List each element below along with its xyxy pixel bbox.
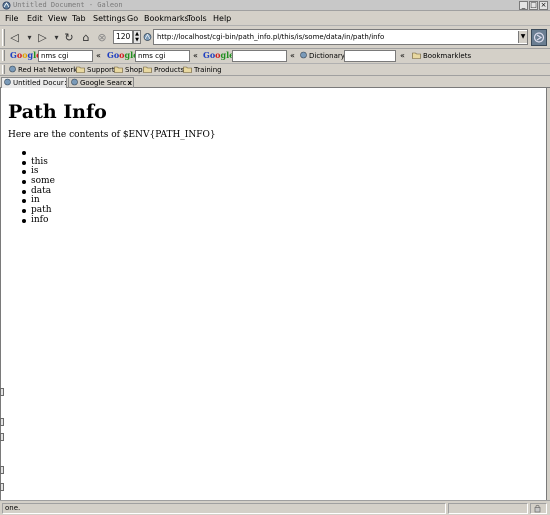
minimize-button[interactable]: _	[519, 1, 528, 10]
panel-edge-button[interactable]	[0, 466, 4, 474]
tab-close-button[interactable]: x	[65, 79, 66, 87]
toolbar-grip[interactable]	[2, 29, 5, 46]
google-images-search-input[interactable]	[232, 50, 287, 62]
chevron-left-icon[interactable]: «	[290, 50, 295, 61]
google-logo: Google	[10, 50, 41, 60]
tab-page-icon	[71, 78, 78, 86]
menu-bookmarks[interactable]: Bookmarks	[144, 13, 189, 24]
chevron-left-icon[interactable]: «	[96, 50, 101, 61]
zoom-spinner[interactable]: ▲ ▼	[133, 30, 141, 44]
menu-help[interactable]: Help	[213, 13, 231, 24]
page-proxy-icon[interactable]	[143, 32, 152, 42]
forward-history-dropdown[interactable]: ▾	[53, 30, 60, 45]
close-window-button[interactable]: ×	[539, 1, 548, 10]
bookmarks-toolbar: Red Hat Network Support Shop Products Tr…	[0, 64, 550, 76]
left-panel-edge	[0, 388, 4, 498]
tab-close-button[interactable]: x	[128, 79, 133, 87]
back-button[interactable]: ◁	[9, 30, 20, 45]
lock-icon	[534, 504, 541, 513]
bookmark-folder-support[interactable]: Support	[76, 65, 115, 75]
maximize-button[interactable]: □	[529, 1, 538, 10]
bookmark-folder-shop[interactable]: Shop	[114, 65, 143, 75]
list-item: info	[21, 215, 55, 226]
stop-icon[interactable]: ⊗	[96, 30, 108, 45]
toolbar-grip[interactable]	[2, 65, 5, 74]
tab-page-icon	[4, 78, 11, 86]
menu-bar: File Edit View Tab Settings Go Bookmarks…	[0, 11, 550, 26]
google-images-logo: Google	[203, 50, 235, 60]
tab-google-search[interactable]: Google Searcx	[68, 77, 134, 88]
dictionary-search-input[interactable]	[344, 50, 396, 62]
dictionary-icon	[300, 51, 307, 59]
toolbar-grip[interactable]	[2, 50, 5, 61]
menu-tools[interactable]: Tools	[187, 13, 207, 24]
chevron-left-icon[interactable]: «	[400, 50, 405, 61]
forward-button[interactable]: ▷	[37, 30, 48, 45]
bookmarklets-folder[interactable]: Bookmarklets	[412, 51, 471, 61]
status-bar: one.	[0, 500, 550, 515]
page-intro: Here are the contents of $ENV{PATH_INFO}	[8, 130, 216, 140]
folder-icon	[143, 66, 152, 73]
folder-icon	[76, 66, 85, 73]
google-groups-search-input[interactable]: nms cgi	[135, 50, 190, 62]
go-button[interactable]	[531, 29, 547, 46]
page-content: Path Info Here are the contents of $ENV{…	[0, 88, 546, 500]
title-bar: Untitled Document - Galeon _ □ ×	[0, 0, 550, 11]
menu-file[interactable]: File	[5, 13, 18, 24]
status-progress	[448, 503, 528, 514]
page-heading: Path Info	[8, 101, 107, 123]
folder-icon	[183, 66, 192, 73]
window-title: Untitled Document - Galeon	[13, 1, 123, 9]
bookmark-folder-training[interactable]: Training	[183, 65, 222, 75]
zoom-field[interactable]: 120	[113, 30, 133, 44]
folder-icon	[412, 52, 421, 59]
url-input[interactable]: http://localhost/cgi-bin/path_info.pl/th…	[153, 29, 528, 45]
search-toolbar: Google nms cgi « Google nms cgi « Google…	[0, 49, 550, 64]
panel-edge-button[interactable]	[0, 388, 4, 396]
bookmark-red-hat-network[interactable]: Red Hat Network	[9, 65, 77, 75]
navigation-toolbar: ◁ ▾ ▷ ▾ ↻ ⌂ ⊗ 120 ▲ ▼ http://localhost/cg…	[0, 26, 550, 49]
dictionary-label: Dictionary	[300, 51, 345, 61]
galeon-app-icon	[2, 1, 11, 10]
back-history-dropdown[interactable]: ▾	[26, 30, 33, 45]
tab-untitled-document[interactable]: Untitled Docurx	[1, 77, 67, 88]
google-search-input[interactable]: nms cgi	[38, 50, 93, 62]
reload-icon[interactable]: ↻	[63, 30, 75, 45]
panel-edge-button[interactable]	[0, 483, 4, 491]
menu-view[interactable]: View	[48, 13, 67, 24]
bookmark-folder-products[interactable]: Products	[143, 65, 184, 75]
panel-edge-button[interactable]	[0, 418, 4, 426]
home-icon[interactable]: ⌂	[80, 30, 92, 45]
security-status-icon[interactable]	[530, 503, 547, 514]
menu-go[interactable]: Go	[127, 13, 138, 24]
path-info-list: this is some data in path info	[21, 148, 55, 226]
chevron-left-icon[interactable]: «	[193, 50, 198, 61]
google-groups-logo: Google	[107, 50, 139, 60]
url-history-dropdown[interactable]: ▼	[518, 31, 527, 43]
bookmark-page-icon	[9, 65, 16, 73]
menu-settings[interactable]: Settings	[93, 13, 126, 24]
menu-edit[interactable]: Edit	[27, 13, 43, 24]
panel-edge-button[interactable]	[0, 433, 4, 441]
go-icon	[533, 32, 545, 43]
tab-bar: Untitled Docurx Google Searcx	[0, 76, 550, 88]
menu-tab[interactable]: Tab	[72, 13, 86, 24]
status-text: one.	[2, 503, 446, 514]
folder-icon	[114, 66, 123, 73]
window-frame-right	[546, 88, 550, 500]
